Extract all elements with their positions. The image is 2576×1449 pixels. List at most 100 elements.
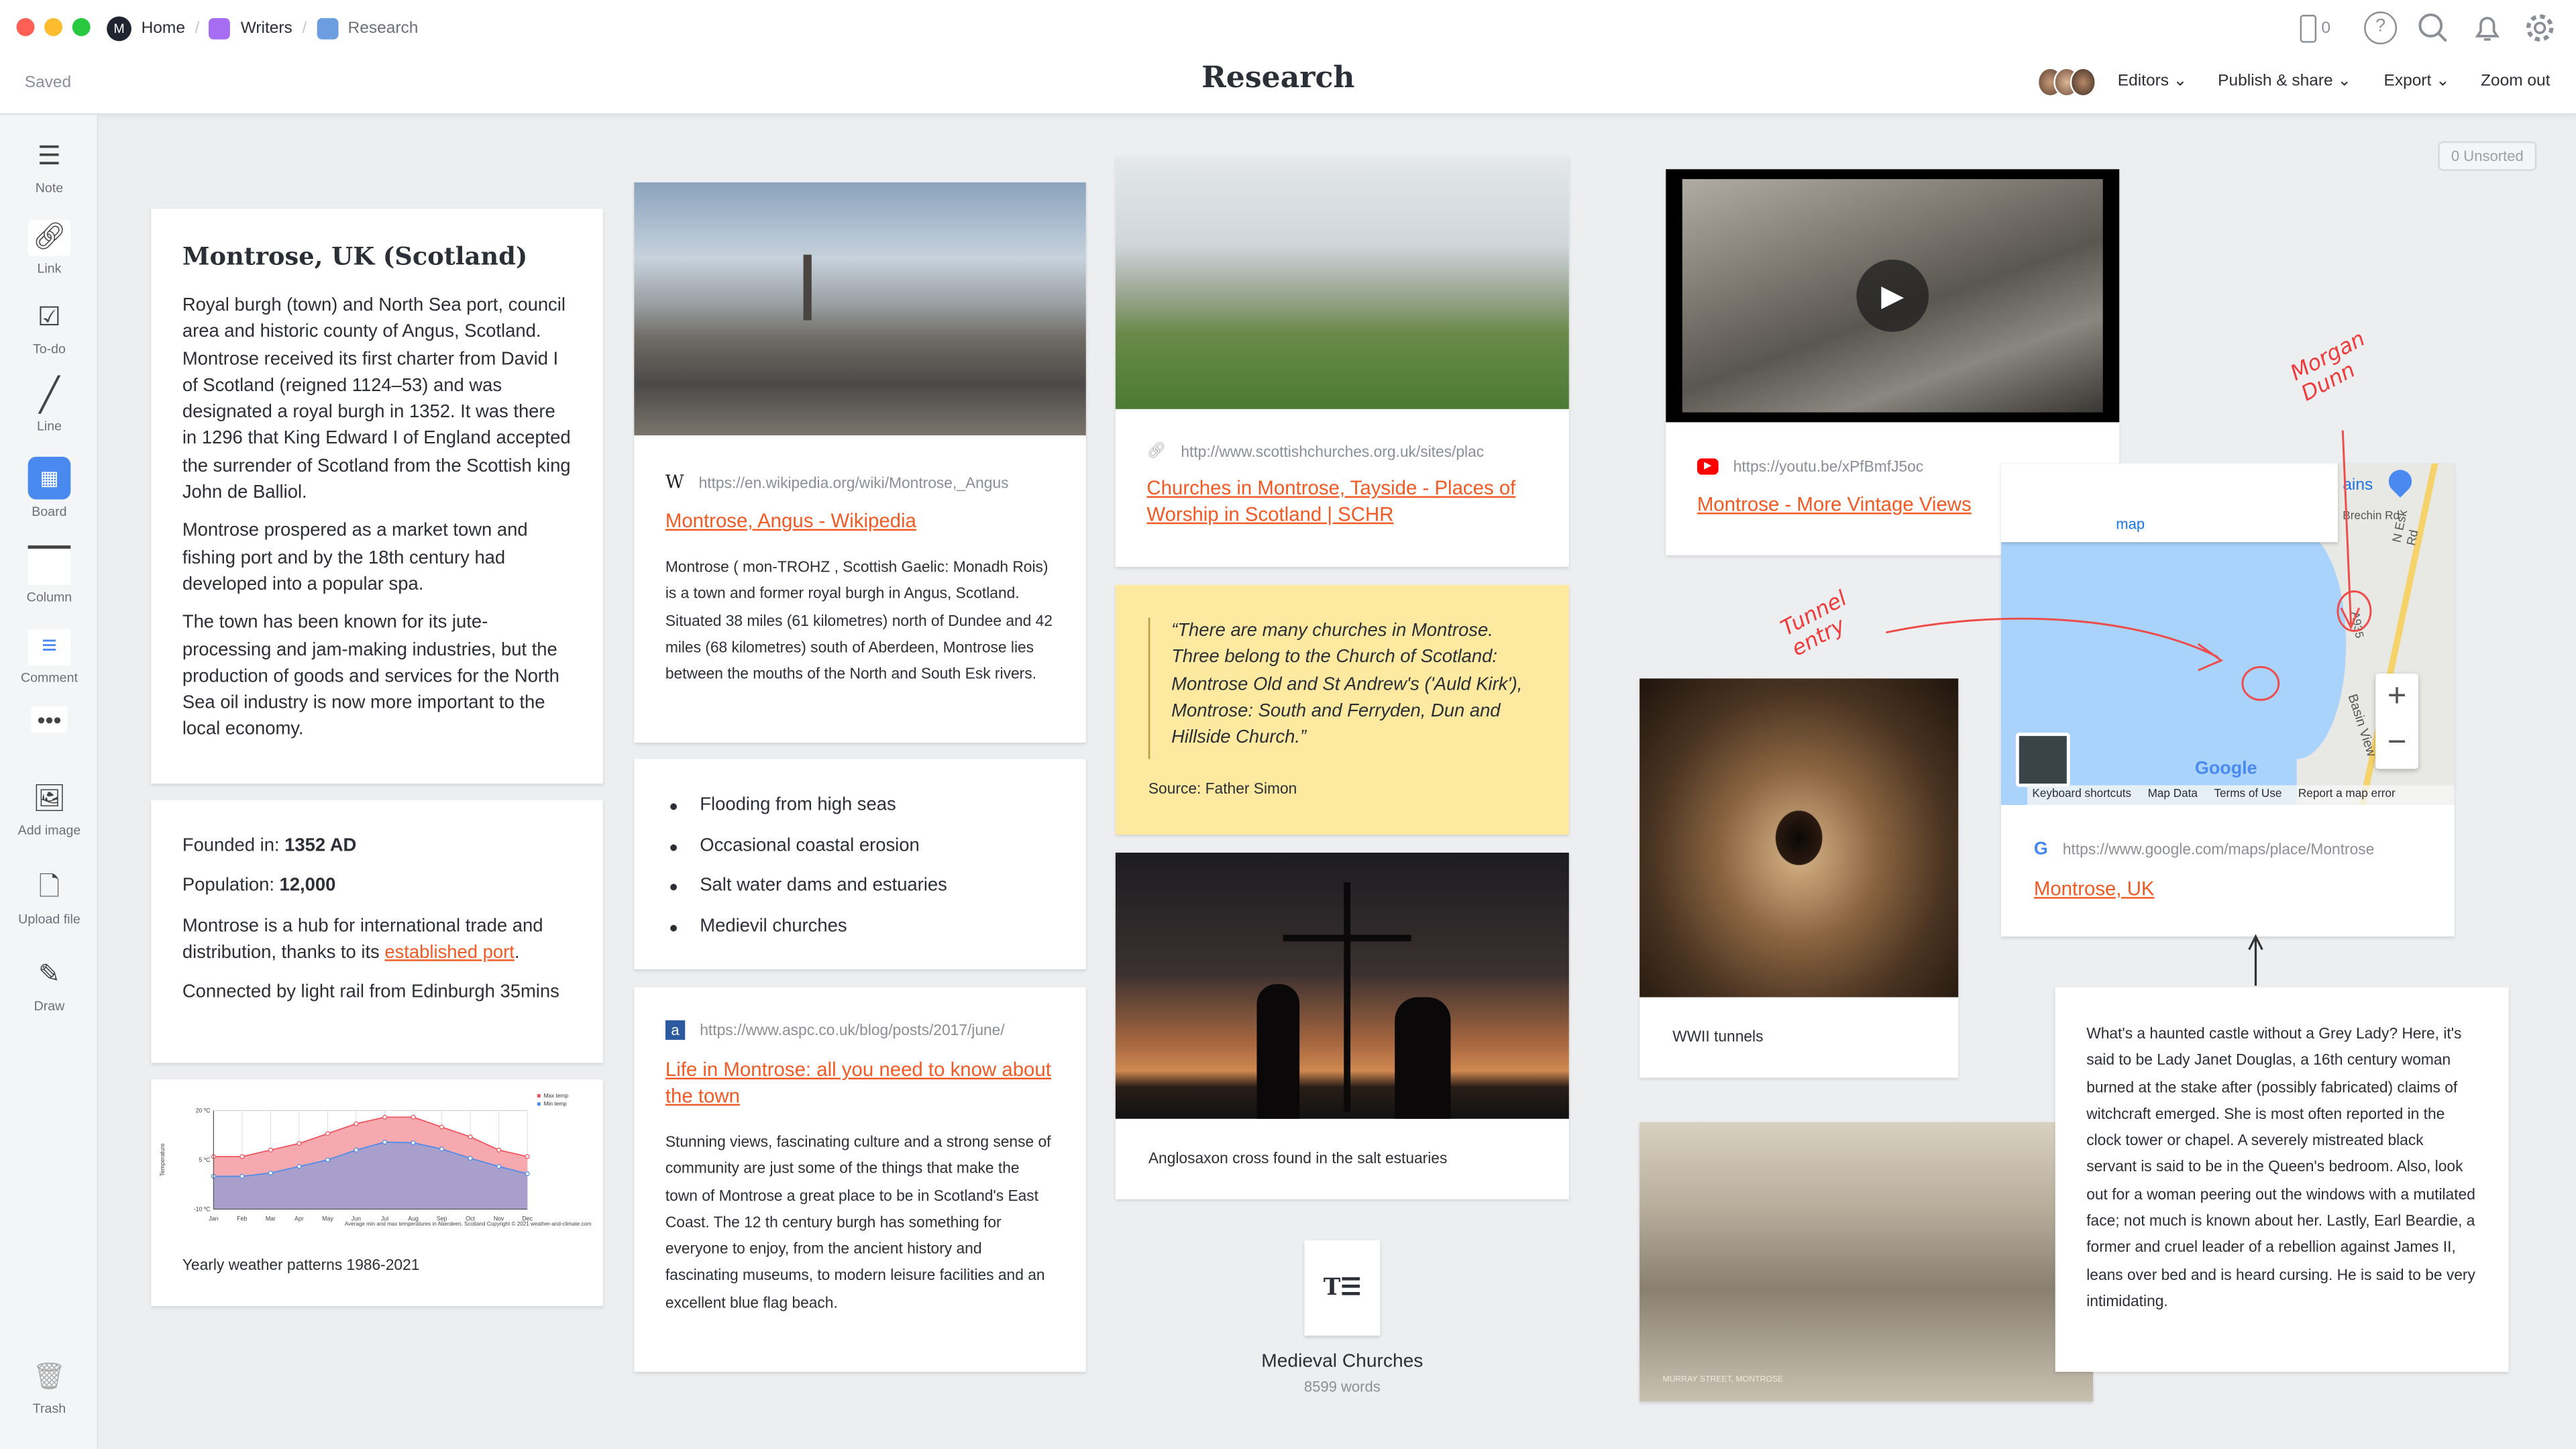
rail-text: Connected by light rail from Edinburgh 3… [182, 982, 559, 1003]
risks-list-card[interactable]: Flooding from high seas Occasional coasta… [634, 759, 1086, 969]
report-error-link[interactable]: Report a map error [2298, 786, 2396, 805]
weather-chart: Jan Feb Mar Apr May Jun Jul Aug Sep Oct Nov Dec20 º… [159, 1092, 592, 1227]
weather-chart-card[interactable]: Jan Feb Mar Apr May Jun Jul Aug Sep Oct Nov Dec 20 º… [151, 1079, 603, 1306]
top-bar: M Home / Writers / Research 0 ? Saved Re… [0, 0, 2576, 115]
list-item: Flooding from high seas [665, 786, 1055, 826]
wikipedia-icon: W [665, 471, 684, 493]
link-title[interactable]: Life in Montrose: all you need to know a… [665, 1057, 1055, 1109]
link-url: a https://www.aspc.co.uk/blog/posts/2017/… [665, 1020, 1055, 1040]
document-icon: T☰ [1304, 1240, 1381, 1336]
tool-add-image[interactable]: 🖼︎ Add image [0, 782, 99, 838]
vintage-street-photo[interactable]: MURRAY STREET, MONTROSE [1640, 1122, 2094, 1401]
google-logo: Google [2194, 759, 2257, 779]
more-tools-button[interactable]: ••• [0, 706, 99, 733]
cross-image-card[interactable]: Anglosaxon cross found in the salt estua… [1115, 853, 1569, 1199]
device-button[interactable]: 0 [2300, 11, 2343, 44]
legend-label: Min temp [544, 1100, 568, 1107]
quote-text: “There are many churches in Montrose. Th… [1148, 617, 1538, 759]
cross-silhouette-image [1115, 853, 1569, 1119]
link-description: Montrose ( mon-TROHZ , Scottish Gaelic: … [665, 558, 1053, 682]
data-point [297, 1164, 302, 1169]
editor-avatars[interactable] [2037, 67, 2096, 97]
link-url: 🔗︎ http://www.scottishchurches.org.uk/sit… [1146, 441, 1485, 460]
hub-text: Montrose is a hub for international trad… [182, 916, 543, 963]
document-title: Medieval Churches [1261, 1352, 1424, 1372]
tool-column[interactable]: Column [0, 545, 99, 604]
help-icon[interactable]: ? [2364, 11, 2398, 45]
aspc-link-card[interactable]: a https://www.aspc.co.uk/blog/posts/2017/… [634, 987, 1086, 1372]
list-item: Salt water dams and estuaries [665, 866, 1055, 906]
zoom-out-icon[interactable]: − [2375, 720, 2418, 766]
link-title[interactable]: Montrose, Angus - Wikipedia [665, 508, 1055, 534]
landscape-image [1115, 156, 1569, 409]
quote-note[interactable]: “There are many churches in Montrose. Th… [1115, 584, 1569, 835]
comment-icon: ≡ [28, 629, 71, 665]
video-player[interactable]: ▶ [1666, 169, 2120, 423]
facts-note[interactable]: Founded in: 1352 AD Population: 12,000 M… [151, 800, 603, 1063]
satellite-toggle[interactable] [2015, 733, 2070, 788]
list-item: Medievil churches [665, 906, 1055, 947]
link-title[interactable]: Montrose, UK [2034, 875, 2422, 902]
data-point [297, 1140, 302, 1146]
publish-share-menu[interactable]: Publish & share ⌄ [2218, 72, 2351, 91]
map-data-link[interactable]: Map Data [2148, 786, 2198, 805]
maximize-window-button[interactable] [72, 17, 91, 36]
minimize-window-button[interactable] [44, 17, 63, 36]
terms-link[interactable]: Terms of Use [2214, 786, 2282, 805]
y-axis-label: Temperature [159, 1143, 166, 1176]
keyboard-shortcuts-link[interactable]: Keyboard shortcuts [2032, 786, 2131, 805]
wikipedia-link-card[interactable]: Whttps://en.wikipedia.org/wiki/Montrose,… [634, 182, 1086, 743]
breadcrumb-writers[interactable]: Writers [241, 19, 292, 38]
link-title[interactable]: Churches in Montrose, Tayside - Places o… [1146, 475, 1538, 527]
pencil-icon: ✎ [38, 961, 60, 989]
breadcrumb-home[interactable]: Home [142, 19, 185, 38]
population-text: Population: 12,000 [182, 876, 336, 896]
church-spire [803, 254, 812, 321]
ghost-story-note[interactable]: What's a haunted castle without a Grey L… [2055, 987, 2509, 1372]
map-footer: Keyboard shortcuts Map Data Terms of Use Re… [2027, 785, 2455, 806]
tool-todo[interactable]: ☑ To-do [0, 301, 99, 356]
tool-draw[interactable]: ✎ Draw [0, 958, 99, 1014]
editors-menu[interactable]: Editors ⌄ [2118, 72, 2188, 91]
zoom-out-button[interactable]: Zoom out [2481, 72, 2550, 91]
tool-link[interactable]: 🔗︎ Link [0, 220, 99, 276]
data-point [239, 1173, 245, 1179]
gear-icon[interactable] [2524, 11, 2557, 44]
search-icon[interactable] [2416, 11, 2449, 44]
note-title: Montrose, UK (Scotland) [182, 241, 528, 272]
montrose-town-image [634, 182, 1086, 435]
google-map[interactable]: map ains Brechin Rd N Esk Rd A935 Basin … [2000, 463, 2455, 806]
breadcrumb-research: Research [347, 19, 419, 38]
play-icon[interactable]: ▶ [1856, 259, 1929, 332]
tool-upload-file[interactable]: 🗋 Upload file [0, 871, 99, 926]
photo-caption: MURRAY STREET, MONTROSE [1662, 1375, 1784, 1385]
zoom-in-icon[interactable]: + [2375, 674, 2418, 720]
unsorted-button[interactable]: 0 Unsorted [2438, 141, 2537, 171]
tool-board[interactable]: ▦ Board [0, 456, 99, 519]
x-tick-label: Apr [294, 1216, 304, 1222]
data-point [439, 1124, 445, 1130]
established-port-link[interactable]: established port [384, 943, 514, 962]
export-menu[interactable]: Export ⌄ [2383, 72, 2449, 91]
founded-text: Founded in: 1352 AD [182, 836, 357, 856]
toolbar-sidebar: ☰ Note 🔗︎ Link ☑ To-do ╱ Line ▦ Board Column … [0, 115, 99, 1449]
note-paragraph: Royal burgh (town) and North Sea port, c… [182, 295, 571, 503]
close-window-button[interactable] [16, 17, 35, 36]
tool-comment[interactable]: ≡ Comment [0, 629, 99, 685]
tool-line[interactable]: ╱ Line [0, 378, 99, 433]
bell-icon[interactable] [2471, 11, 2504, 44]
map-zoom-controls[interactable]: + − [2375, 674, 2418, 769]
montrose-note[interactable]: Montrose, UK (Scotland) Royal burgh (tow… [151, 209, 603, 784]
map-link-card[interactable]: map ains Brechin Rd N Esk Rd A935 Basin … [2000, 463, 2455, 936]
data-point [354, 1147, 359, 1152]
column-icon [28, 545, 71, 585]
tunnel-image-card[interactable]: WWII tunnels [1640, 678, 1959, 1078]
data-point [525, 1154, 530, 1159]
trash[interactable]: 🗑︎ Trash [0, 1360, 99, 1416]
x-tick-label: May [322, 1216, 333, 1222]
churches-link-card[interactable]: 🔗︎ http://www.scottishchurches.org.uk/sit… [1115, 156, 1569, 567]
home-icon: M [107, 16, 131, 42]
tool-note[interactable]: ☰ Note [0, 140, 99, 195]
image-caption: Anglosaxon cross found in the salt estua… [1148, 1150, 1448, 1167]
document-medieval-churches[interactable]: T☰ Medieval Churches 8599 words [1178, 1240, 1507, 1395]
